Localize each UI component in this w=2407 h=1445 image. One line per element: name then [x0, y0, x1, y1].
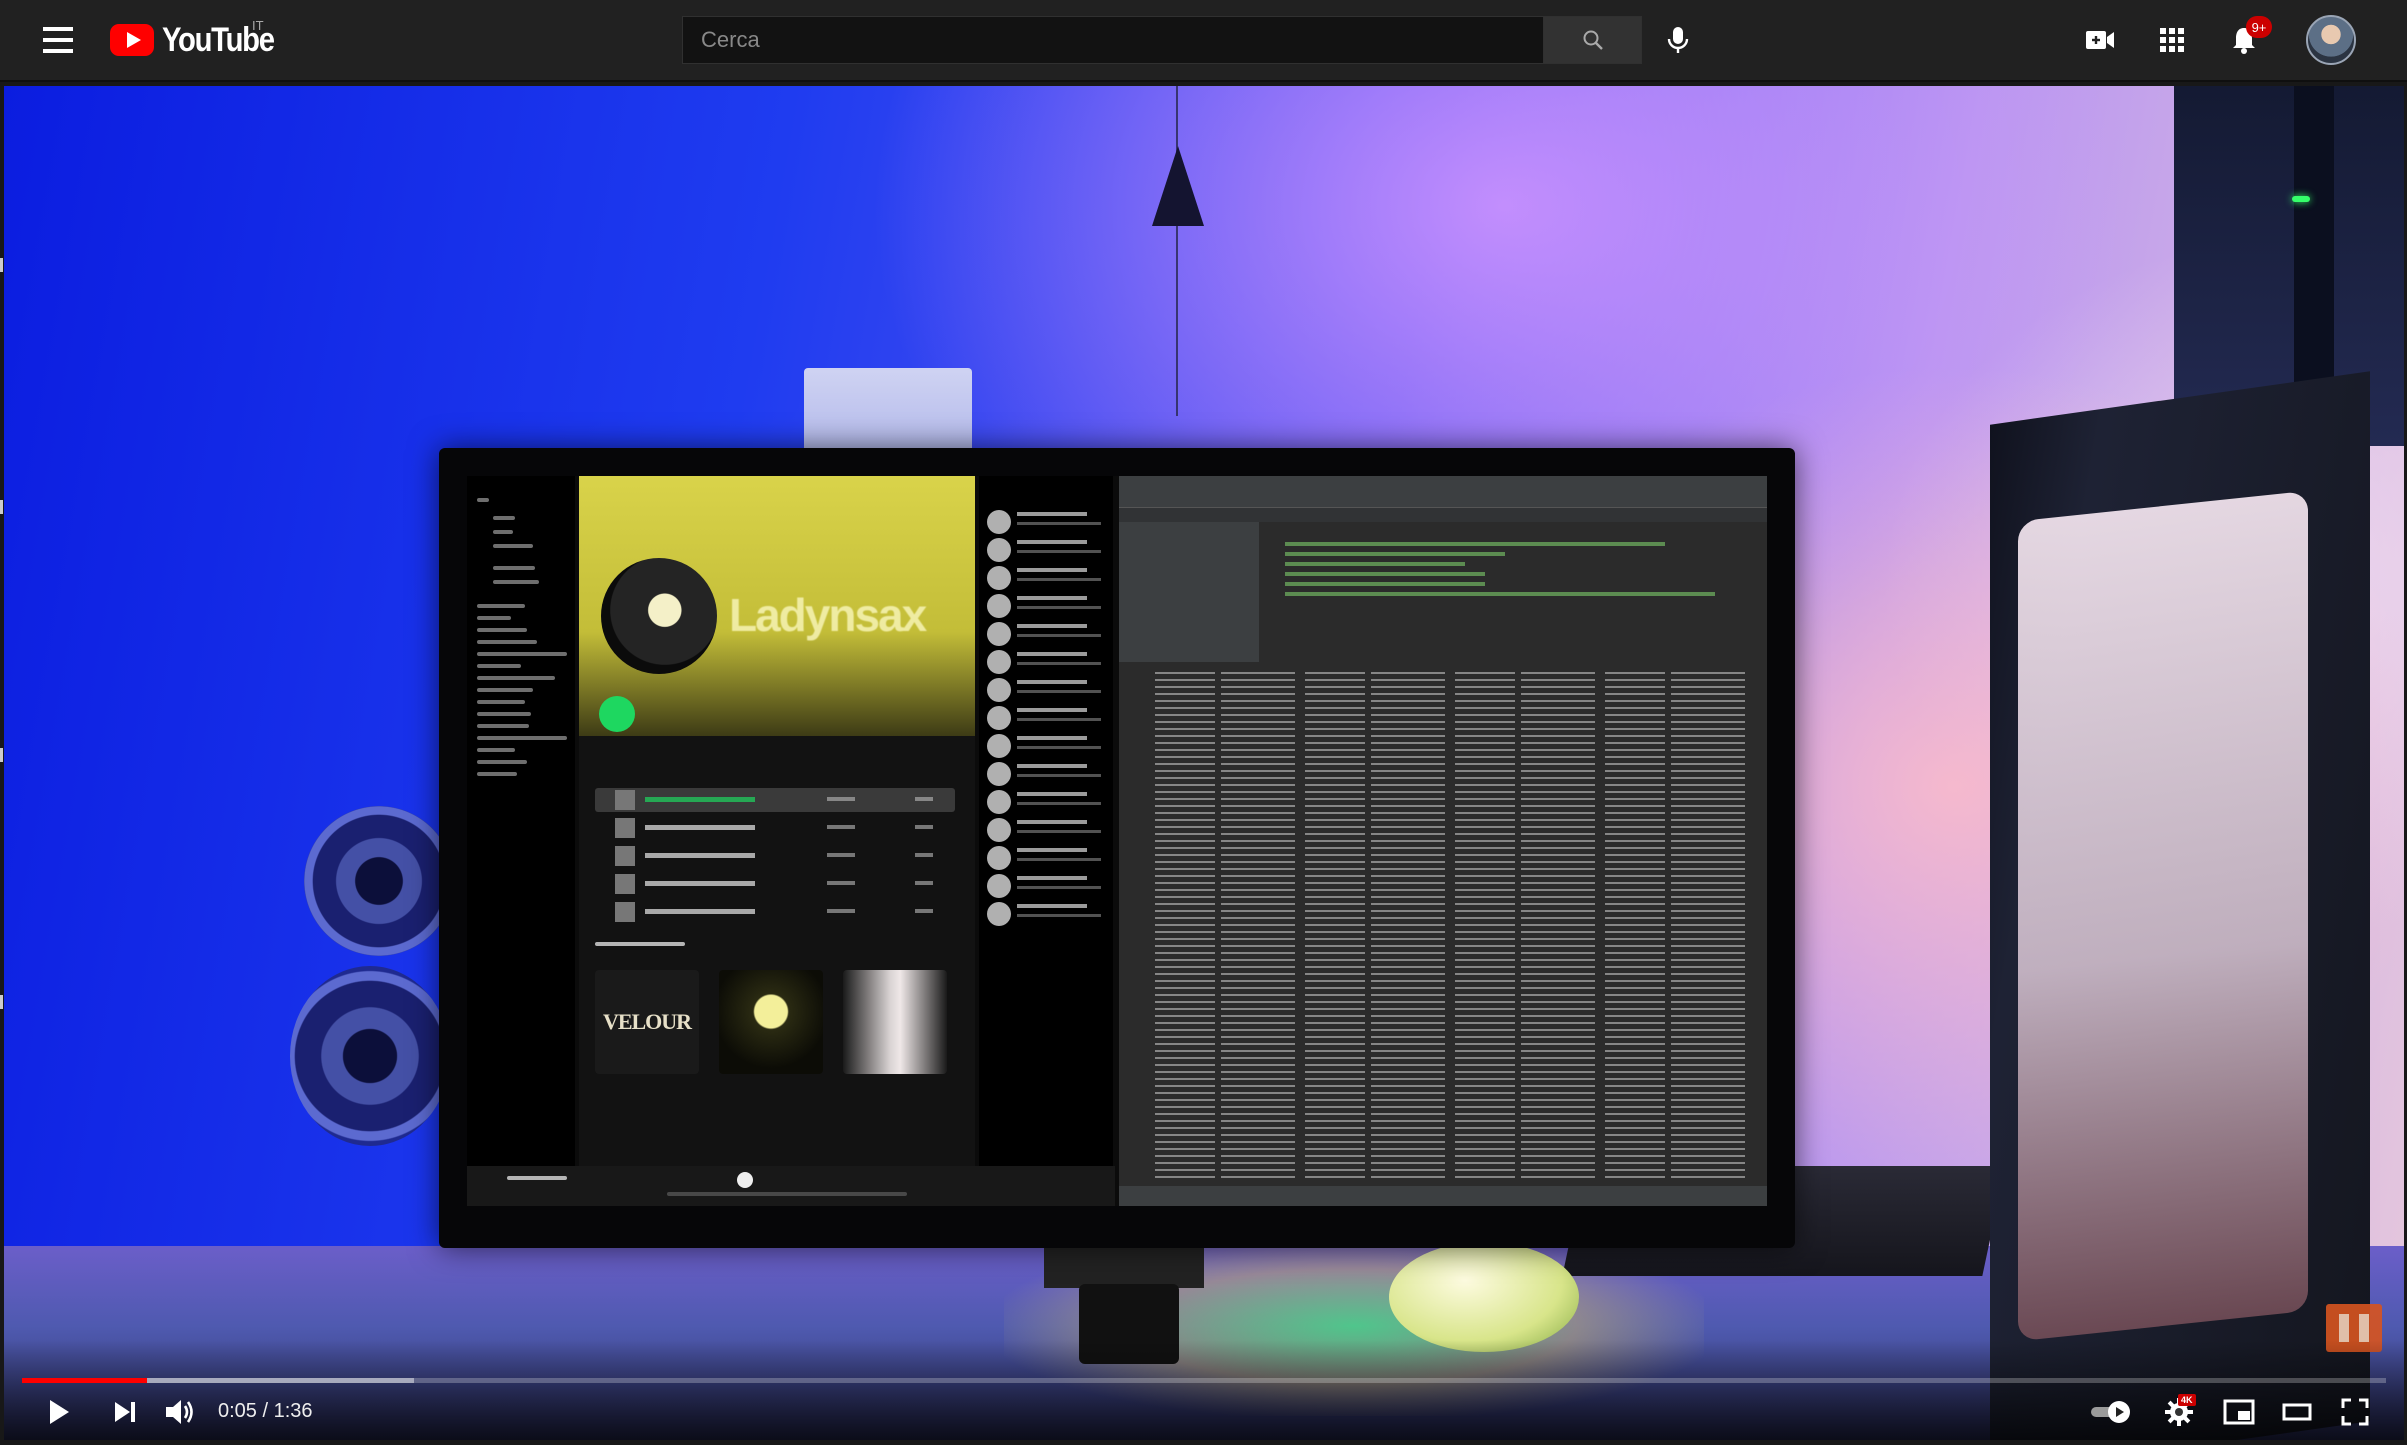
video-scene-led [2292, 196, 2310, 202]
country-code: IT [252, 18, 264, 33]
video-scene-monitor-stand [1044, 1248, 1204, 1288]
music-app-player-bar [467, 1166, 1115, 1206]
artist-play-icon [599, 696, 635, 732]
fullscreen-icon [2341, 1398, 2369, 1426]
notification-count-badge: 9+ [2246, 16, 2272, 38]
album-title: VELOUR [602, 1009, 692, 1034]
search-input[interactable] [682, 16, 1544, 64]
play-button[interactable] [34, 1392, 84, 1432]
time-display: 0:05 / 1:36 [218, 1400, 313, 1422]
left-edge-mark [0, 258, 3, 272]
apps-button[interactable] [2150, 18, 2194, 62]
video-scene-speaker-top [304, 806, 454, 956]
create-video-button[interactable] [2078, 18, 2122, 62]
search-button[interactable] [1544, 16, 1642, 64]
masthead: YouTube IT Cerca 9+ [0, 0, 2407, 82]
controls-gradient [4, 1340, 2404, 1440]
play-icon [50, 1400, 69, 1424]
left-edge-mark [0, 995, 3, 1009]
video-scene-mouse [1389, 1242, 1579, 1352]
autoplay-toggle[interactable] [2084, 1392, 2140, 1432]
left-edge-mark [0, 748, 3, 762]
youtube-logo[interactable]: YouTube [110, 20, 292, 60]
volume-icon [166, 1400, 193, 1424]
album-cover-2 [719, 970, 823, 1074]
music-app-friend-activity [979, 476, 1113, 1166]
video-scene-string [1176, 86, 1178, 416]
settings-button[interactable]: 4K [2154, 1392, 2204, 1432]
video-scene-monitor: Ladynsax VELOUR [439, 448, 1795, 1248]
account-avatar[interactable] [2306, 15, 2356, 65]
ide-editor [1259, 522, 1767, 662]
music-app-main: Ladynsax VELOUR [579, 476, 975, 1166]
video-scene-tree-ornament [1152, 146, 1204, 226]
left-edge-mark [0, 500, 3, 514]
artist-header: Ladynsax [579, 476, 975, 736]
quality-badge: 4K [2178, 1394, 2196, 1406]
search-icon [1583, 30, 1603, 50]
ide-window [1119, 476, 1767, 1206]
autoplay-toggle-icon [2091, 1401, 2130, 1423]
next-button[interactable] [100, 1392, 150, 1432]
artist-photo [601, 558, 717, 674]
miniplayer-button[interactable] [2214, 1392, 2264, 1432]
theater-mode-button[interactable] [2272, 1392, 2322, 1432]
album-cover-velour: VELOUR [595, 970, 699, 1074]
next-icon [115, 1402, 135, 1422]
notifications-button[interactable]: 9+ [2222, 16, 2272, 62]
music-app-sidebar [467, 476, 575, 1166]
video-scene-pc-glass [2018, 490, 2308, 1342]
fullscreen-button[interactable] [2330, 1392, 2380, 1432]
menu-icon[interactable] [36, 20, 80, 60]
search-bar [682, 16, 1642, 64]
video-player[interactable]: Ladynsax VELOUR 0:05 / 1:36 4K [4, 86, 2404, 1440]
album-cover-3 [843, 970, 947, 1074]
progress-played [22, 1378, 148, 1383]
mic-icon [1667, 27, 1689, 53]
miniplayer-icon [2223, 1399, 2255, 1425]
create-video-icon [2086, 31, 2114, 49]
artist-name: Ladynsax [729, 589, 927, 641]
progress-bar[interactable] [22, 1378, 2386, 1383]
theater-mode-icon [2282, 1403, 2312, 1421]
ide-console-output [1119, 666, 1767, 1186]
monitor-screen: Ladynsax VELOUR [467, 476, 1767, 1206]
apps-grid-icon [2160, 28, 2184, 52]
video-scene-speaker-bottom [290, 966, 450, 1146]
youtube-play-logo-icon [110, 24, 154, 56]
volume-button[interactable] [156, 1392, 206, 1432]
voice-search-button[interactable] [1656, 18, 1700, 62]
